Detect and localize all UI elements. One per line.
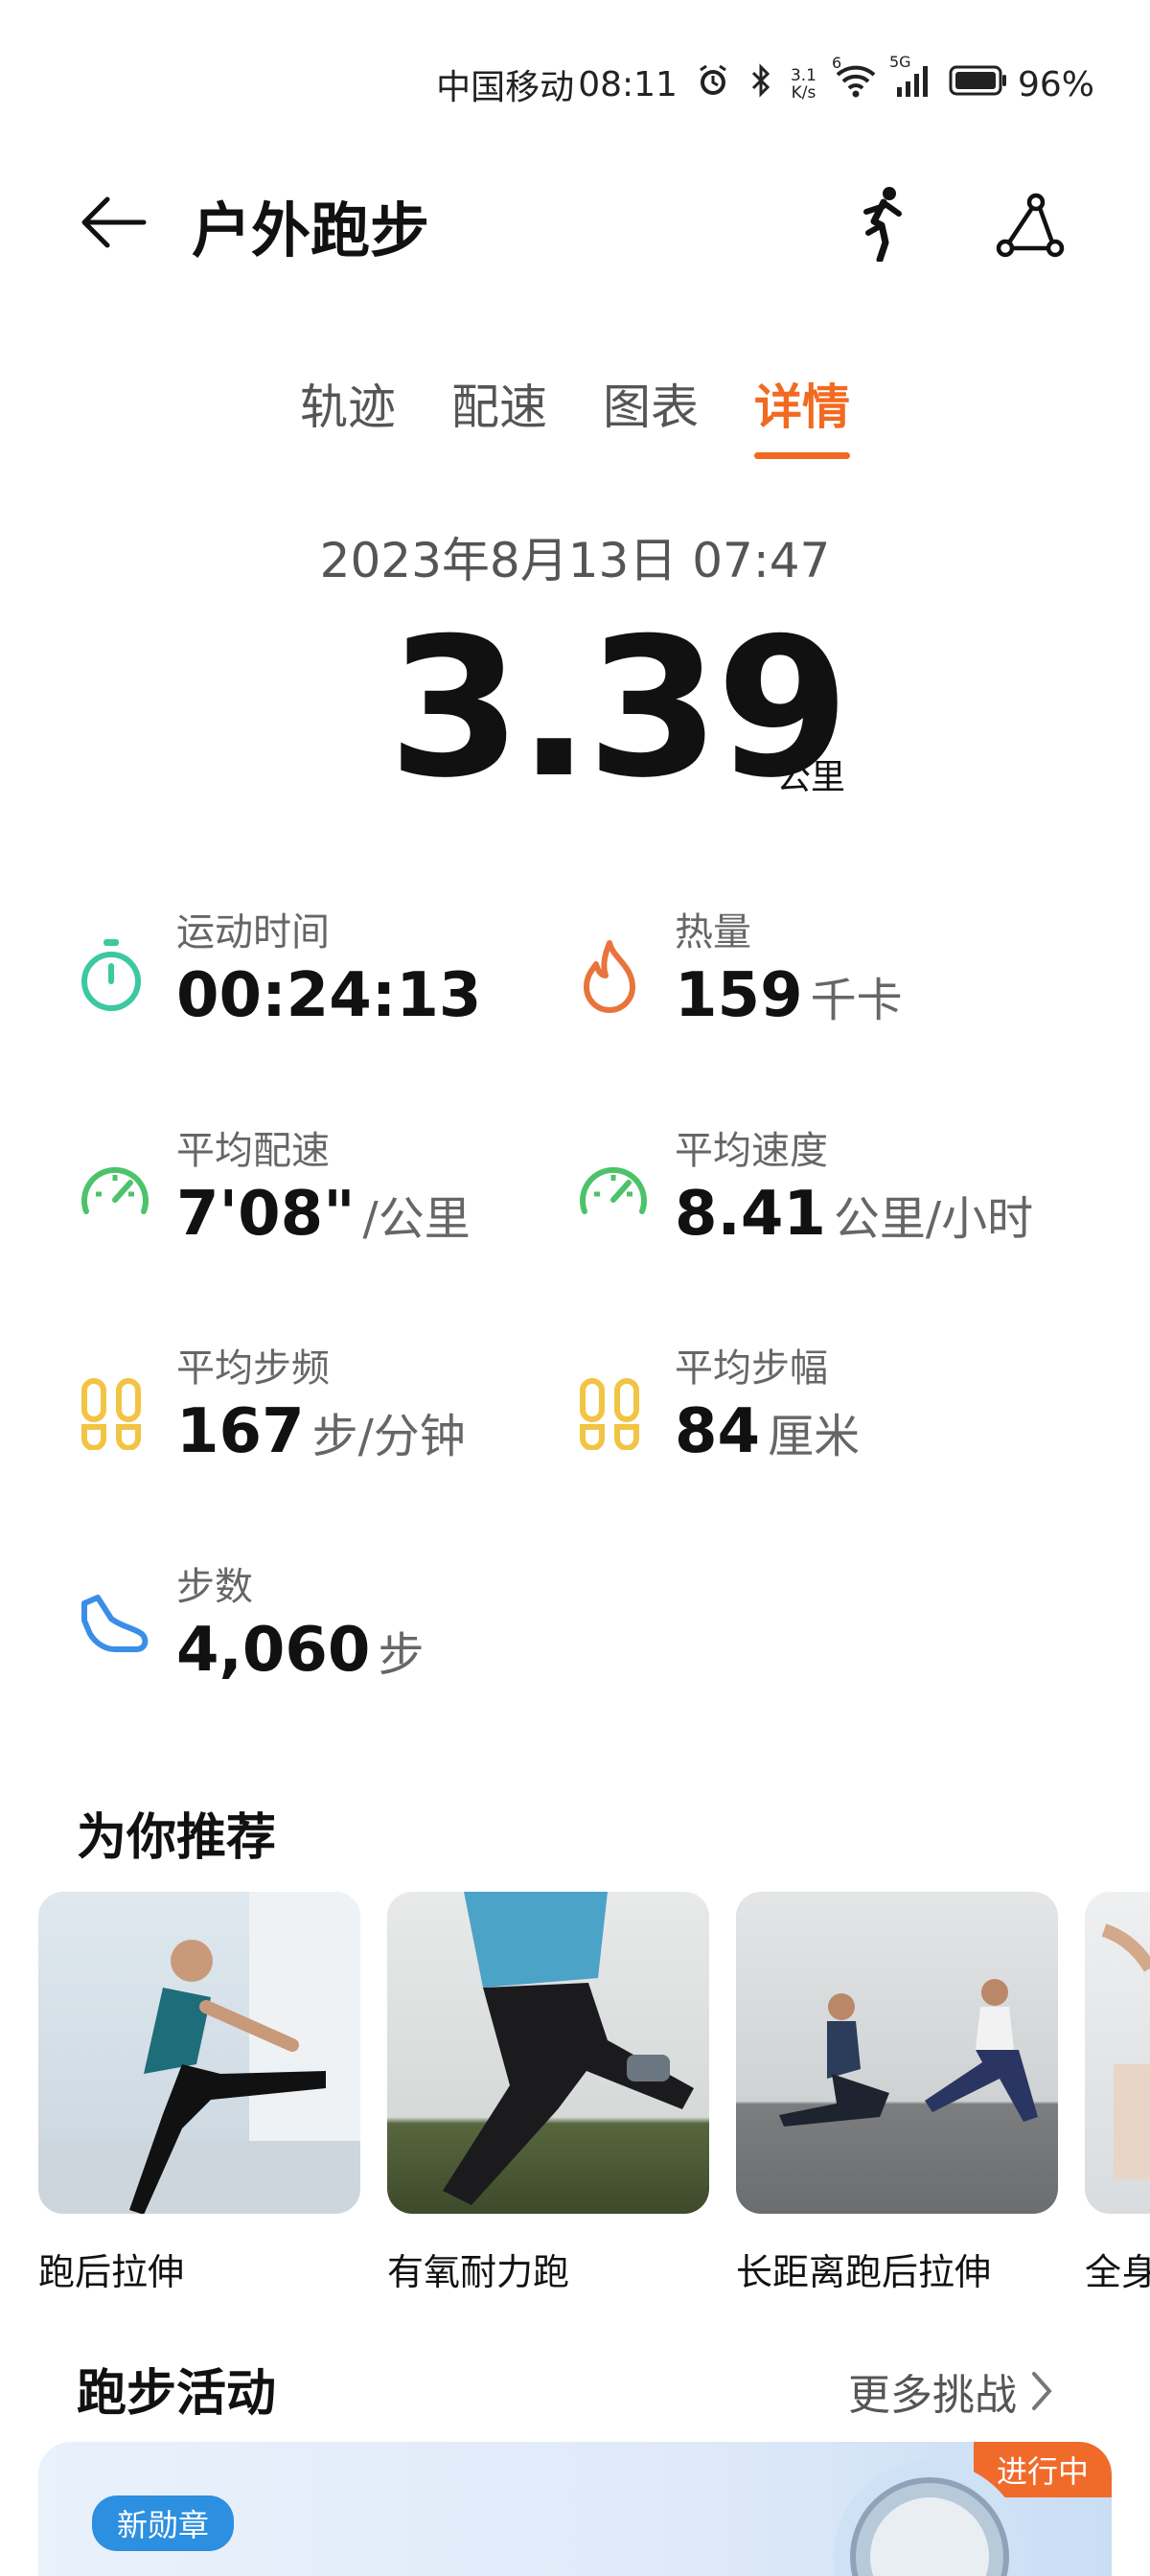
battery-icon bbox=[949, 64, 1008, 105]
medal-illustration bbox=[834, 2461, 1025, 2576]
network-speed: 3.1 K/s bbox=[790, 66, 816, 103]
clock: 08:11 bbox=[578, 64, 678, 104]
battery-percent: 96% bbox=[1017, 64, 1094, 104]
flame-icon bbox=[575, 937, 644, 1018]
shoe-icon bbox=[77, 1592, 153, 1665]
metric-value-row: 7'08"/公里 bbox=[176, 1179, 471, 1250]
metric-value-row: 4,060 步 bbox=[176, 1615, 424, 1686]
more-challenges-label: 更多挑战 bbox=[848, 2371, 1017, 2420]
route-icon bbox=[996, 193, 1065, 258]
status-bar: 中国移动 08:11 3.1 K/s 6 5G 96% bbox=[436, 53, 1094, 111]
metric-label: 步数 bbox=[176, 1565, 253, 1609]
metric-value: 7'08" bbox=[176, 1179, 356, 1250]
metric-unit: 千卡 bbox=[810, 974, 903, 1027]
metric-unit: 厘米 bbox=[768, 1410, 861, 1463]
share-route-button[interactable] bbox=[992, 187, 1069, 264]
activities-title: 跑步活动 bbox=[77, 2365, 277, 2423]
metric-value: 84 bbox=[675, 1396, 761, 1467]
runner-icon bbox=[863, 187, 902, 262]
metric-value-row: 167 步/分钟 bbox=[176, 1396, 466, 1467]
wifi-icon: 6 bbox=[832, 54, 878, 106]
metric-value-row: 84 厘米 bbox=[675, 1396, 860, 1467]
tab-track[interactable]: 轨迹 bbox=[300, 369, 396, 459]
bluetooth-icon bbox=[748, 62, 773, 107]
activity-badge: 新勋章 bbox=[92, 2496, 235, 2551]
metric-unit: 步/分钟 bbox=[311, 1410, 466, 1463]
footprints-icon bbox=[575, 1373, 644, 1454]
metric-label: 平均步频 bbox=[176, 1346, 330, 1391]
activity-card[interactable]: 进行中 新勋章 bbox=[38, 2442, 1112, 2576]
endurance-run-photo bbox=[443, 1892, 694, 2205]
metric-unit: 步 bbox=[378, 1628, 425, 1682]
gauge-icon bbox=[575, 1156, 652, 1229]
metric-label: 平均速度 bbox=[675, 1129, 828, 1173]
metric-value: 167 bbox=[176, 1396, 305, 1467]
tab-bar: 轨迹 配速 图表 详情 bbox=[0, 369, 1150, 459]
metric-unit: /公里 bbox=[362, 1192, 471, 1246]
chevron-right-icon bbox=[1032, 2372, 1052, 2410]
metric-value: 8.41 bbox=[675, 1179, 826, 1250]
metric-value-row: 00:24:13 bbox=[176, 960, 489, 1031]
page-title: 户外跑步 bbox=[192, 196, 430, 265]
metric-value-row: 8.41 公里/小时 bbox=[675, 1179, 1033, 1250]
alarm-icon bbox=[695, 62, 731, 107]
gauge-icon bbox=[77, 1156, 153, 1229]
metric-value: 4,060 bbox=[176, 1615, 371, 1686]
recommend-card[interactable] bbox=[38, 1892, 360, 2214]
workout-datetime: 2023年8月13日 07:47 bbox=[319, 533, 831, 588]
cell-signal-icon: 5G bbox=[889, 53, 932, 105]
footprints-icon bbox=[77, 1373, 146, 1454]
recommend-card[interactable] bbox=[387, 1892, 709, 2214]
back-arrow-icon bbox=[81, 196, 147, 248]
recommend-card[interactable] bbox=[736, 1892, 1058, 2214]
metric-label: 平均配速 bbox=[176, 1129, 330, 1173]
metric-label: 平均步幅 bbox=[675, 1346, 828, 1391]
metric-value-row: 159 千卡 bbox=[675, 960, 903, 1031]
recommend-card-label: 有氧耐力跑 bbox=[387, 2251, 570, 2293]
recommend-card-label: 长距离跑后拉伸 bbox=[736, 2251, 992, 2293]
full-body-photo bbox=[1101, 1923, 1150, 2179]
stretch-photo bbox=[38, 1892, 360, 2214]
tab-details[interactable]: 详情 bbox=[754, 369, 850, 459]
stopwatch-icon bbox=[77, 937, 146, 1018]
recommend-card-label: 跑后拉伸 bbox=[38, 2251, 185, 2293]
tab-pace[interactable]: 配速 bbox=[451, 369, 547, 459]
metric-value: 159 bbox=[675, 960, 803, 1031]
recommend-card[interactable] bbox=[1085, 1892, 1150, 2214]
distance-unit: 公里 bbox=[776, 758, 846, 797]
running-posture-button[interactable] bbox=[843, 182, 920, 264]
metric-value: 00:24:13 bbox=[176, 960, 482, 1031]
long-run-stretch-photo bbox=[779, 1979, 1038, 2127]
metric-label: 运动时间 bbox=[176, 910, 330, 954]
recommend-title: 为你推荐 bbox=[77, 1809, 277, 1867]
metric-label: 热量 bbox=[675, 910, 751, 954]
metric-unit: 公里/小时 bbox=[833, 1192, 1034, 1246]
more-challenges-link[interactable]: 更多挑战 bbox=[848, 2360, 1053, 2422]
back-button[interactable] bbox=[75, 184, 151, 261]
recommend-card-label: 全身 bbox=[1085, 2251, 1150, 2293]
tab-charts[interactable]: 图表 bbox=[603, 369, 699, 459]
carrier: 中国移动 bbox=[436, 68, 575, 107]
